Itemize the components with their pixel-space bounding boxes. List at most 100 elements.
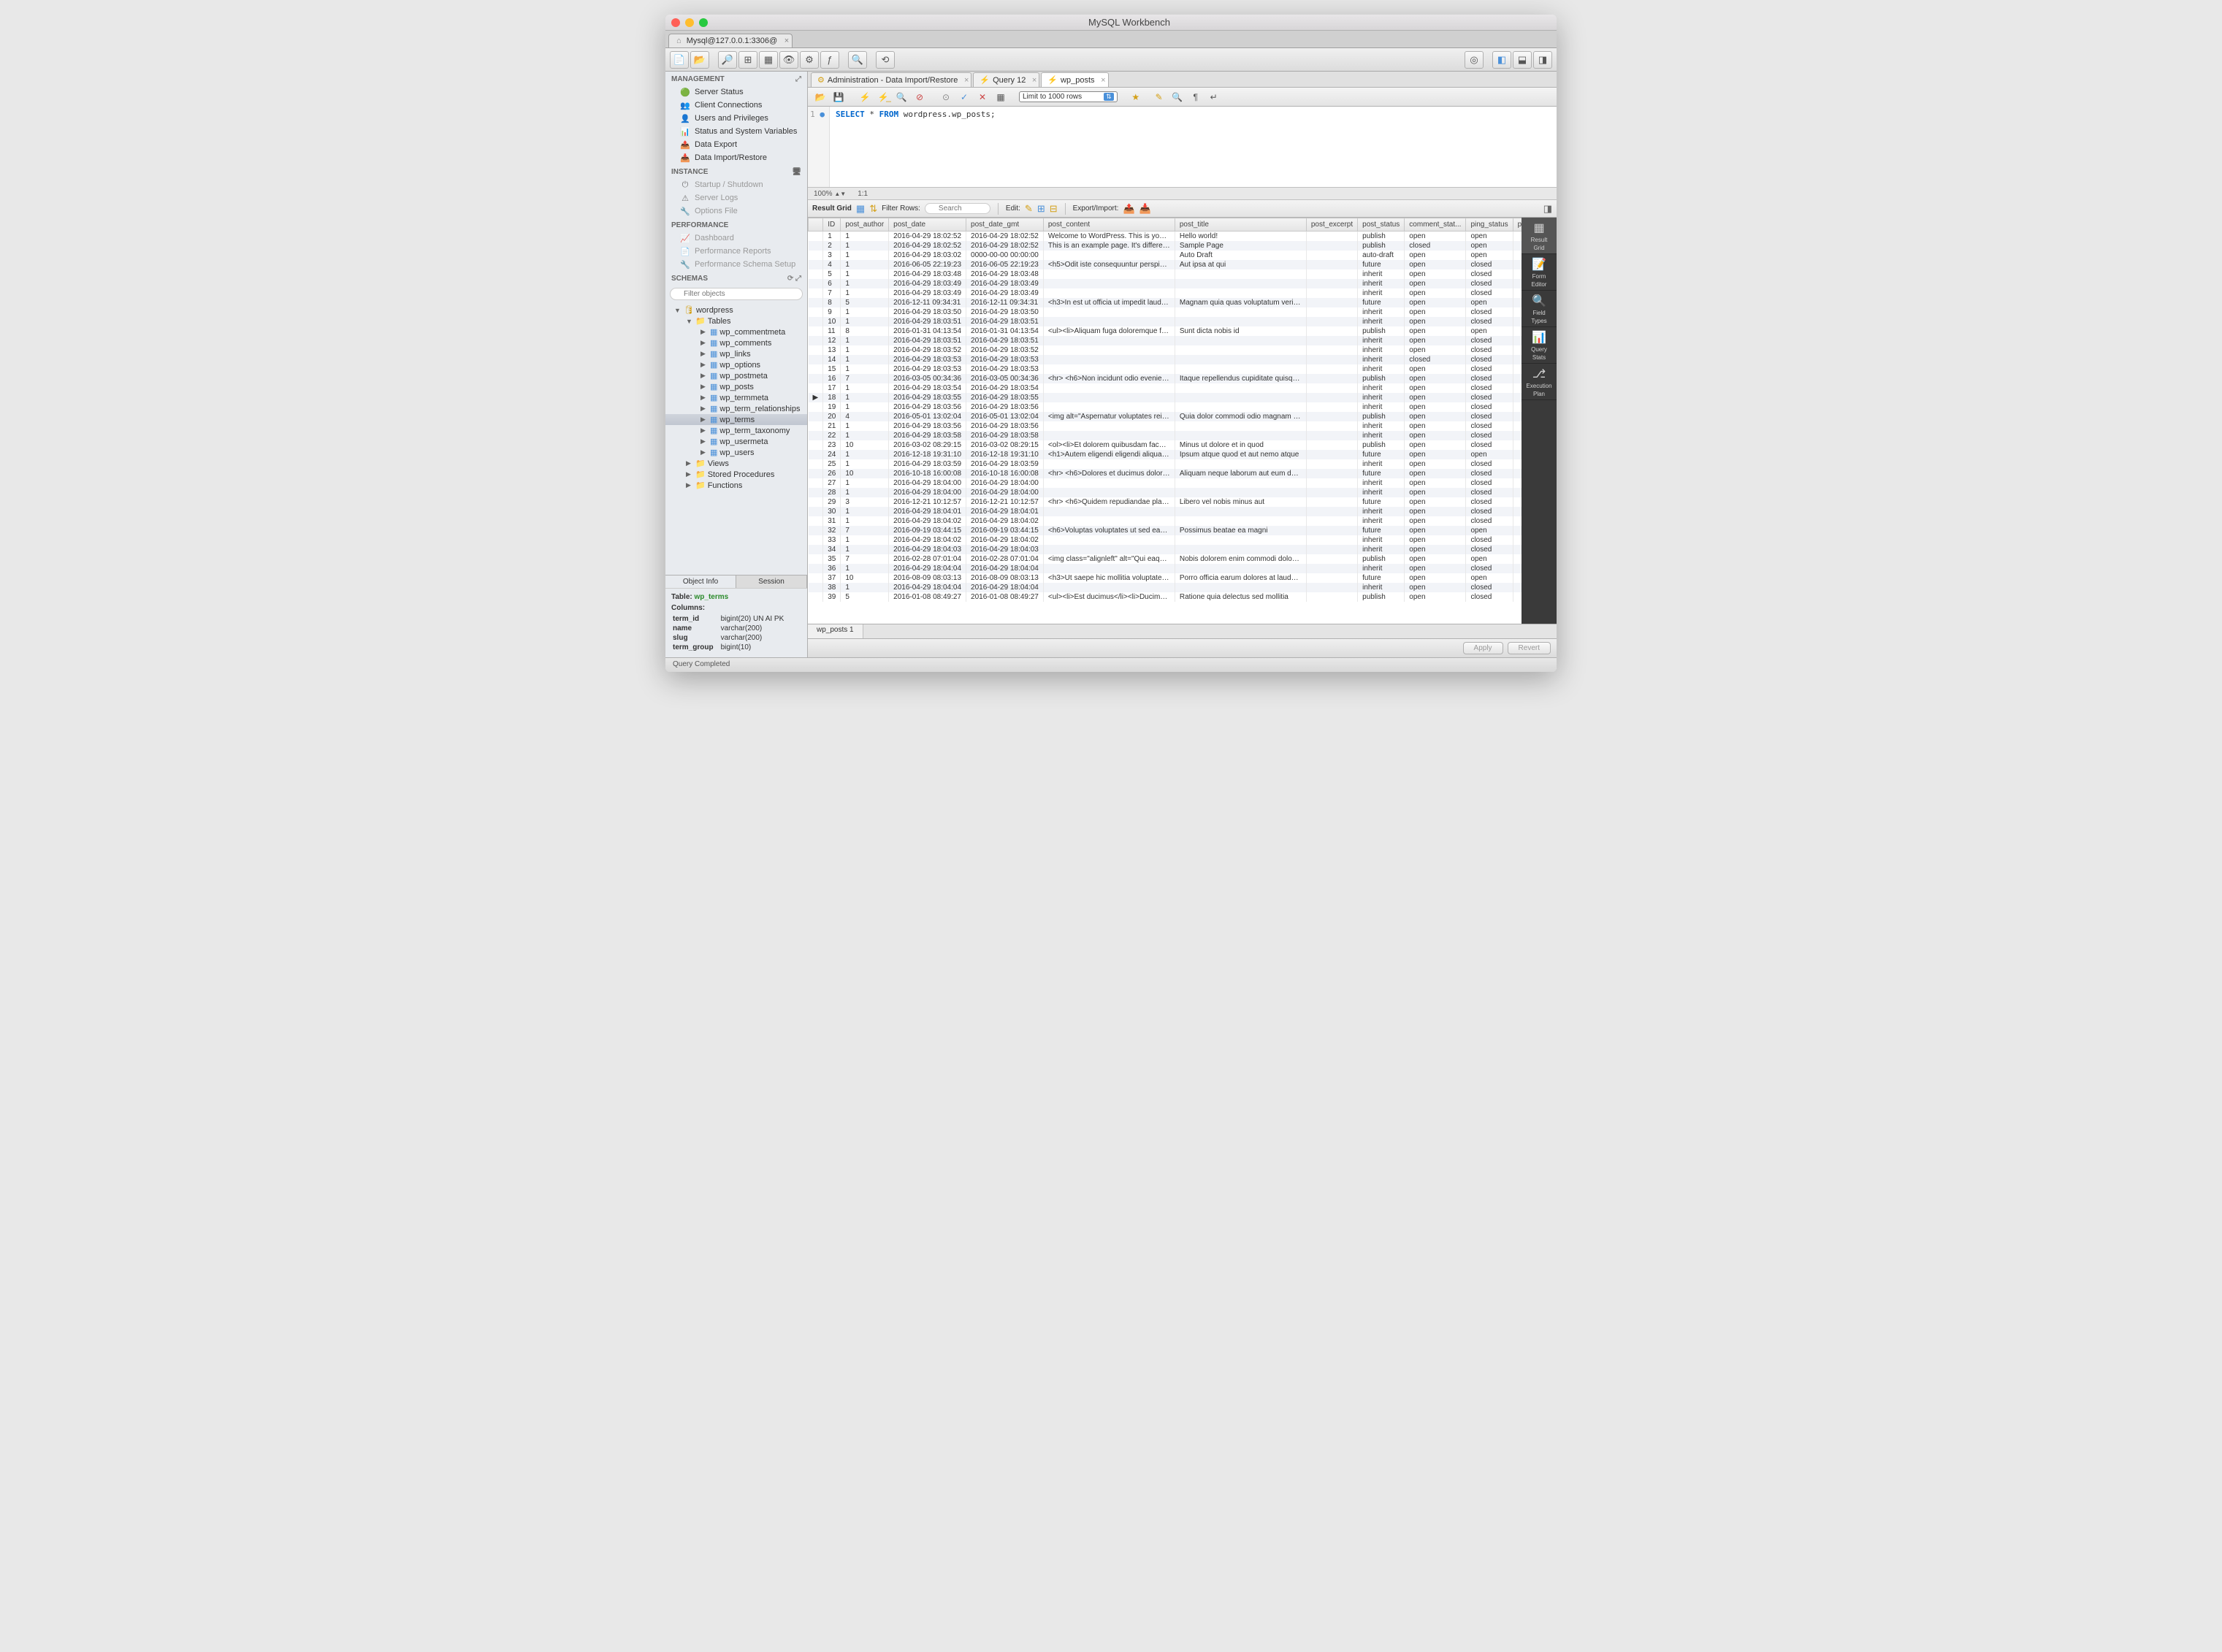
column-header[interactable]: ping_status — [1466, 218, 1513, 232]
open-file-button[interactable]: 📂 — [812, 90, 828, 104]
commit-button[interactable]: ⊙ — [938, 90, 954, 104]
delete-row-button[interactable]: ⊟ — [1050, 203, 1058, 215]
beautify-button[interactable]: ✎ — [1151, 90, 1167, 104]
result-tab-1[interactable]: wp_posts 1 — [808, 624, 863, 638]
table-row[interactable]: 612016-04-29 18:03:492016-04-29 18:03:49… — [809, 279, 1522, 288]
new-table-button[interactable]: ▦ — [759, 51, 778, 69]
table-node[interactable]: ▶▦wp_postmeta — [665, 370, 807, 381]
table-row[interactable]: 3112016-04-29 18:04:022016-04-29 18:04:0… — [809, 516, 1522, 526]
sidebar-item[interactable]: 🔧Performance Schema Setup — [665, 258, 807, 271]
new-schema-button[interactable]: ⊞ — [738, 51, 757, 69]
table-row[interactable]: 3312016-04-29 18:04:022016-04-29 18:04:0… — [809, 535, 1522, 545]
column-header[interactable]: post_... — [1513, 218, 1522, 232]
explain-button[interactable]: 🔍 — [893, 90, 909, 104]
sql-tab[interactable]: ⚡Query 12× — [973, 72, 1039, 87]
table-node[interactable]: ▶▦wp_comments — [665, 337, 807, 348]
table-row[interactable]: 3272016-09-19 03:44:152016-09-19 03:44:1… — [809, 526, 1522, 535]
table-row[interactable]: 3612016-04-29 18:04:042016-04-29 18:04:0… — [809, 564, 1522, 573]
table-row[interactable]: 1672016-03-05 00:34:362016-03-05 00:34:3… — [809, 374, 1522, 383]
table-row[interactable]: 912016-04-29 18:03:502016-04-29 18:03:50… — [809, 307, 1522, 317]
table-row[interactable]: 2112016-04-29 18:03:562016-04-29 18:03:5… — [809, 421, 1522, 431]
row-limit-select[interactable]: Limit to 1000 rows⇅ — [1019, 91, 1118, 102]
import-button[interactable]: 📥 — [1139, 203, 1151, 215]
sidebar-item[interactable]: 👥Client Connections — [665, 99, 807, 112]
column-header[interactable]: ID — [823, 218, 841, 232]
functions-folder[interactable]: ▶📁Functions — [665, 480, 807, 491]
sidebar-item[interactable]: 🔧Options File — [665, 204, 807, 218]
table-node[interactable]: ▶▦wp_termmeta — [665, 392, 807, 403]
sidebar-item[interactable]: 🟢Server Status — [665, 85, 807, 99]
find-button[interactable]: 🔍 — [1169, 90, 1186, 104]
table-row[interactable]: 26102016-10-18 16:00:082016-10-18 16:00:… — [809, 469, 1522, 478]
table-node[interactable]: ▶▦wp_commentmeta — [665, 326, 807, 337]
table-row[interactable]: 412016-06-05 22:19:232016-06-05 22:19:23… — [809, 260, 1522, 269]
close-button[interactable] — [671, 18, 680, 27]
table-row[interactable]: 2812016-04-29 18:04:002016-04-29 18:04:0… — [809, 488, 1522, 497]
column-header[interactable]: post_status — [1358, 218, 1405, 232]
side-panel-tab[interactable]: 📝FormEditor — [1522, 254, 1557, 291]
column-header[interactable]: post_author — [841, 218, 889, 232]
table-row[interactable]: 3812016-04-29 18:04:042016-04-29 18:04:0… — [809, 583, 1522, 592]
views-folder[interactable]: ▶📁Views — [665, 458, 807, 469]
column-header[interactable]: post_date_gmt — [966, 218, 1044, 232]
close-tab-icon[interactable]: × — [784, 37, 789, 45]
reconnect-button[interactable]: ⟲ — [876, 51, 895, 69]
close-icon[interactable]: × — [1032, 76, 1036, 85]
wrap-cells-button[interactable]: ◨ — [1543, 203, 1552, 215]
close-icon[interactable]: × — [1101, 76, 1105, 85]
table-row[interactable]: 2512016-04-29 18:03:592016-04-29 18:03:5… — [809, 459, 1522, 469]
table-row[interactable]: 2212016-04-29 18:03:582016-04-29 18:03:5… — [809, 431, 1522, 440]
table-row[interactable]: 1412016-04-29 18:03:532016-04-29 18:03:5… — [809, 355, 1522, 364]
db-node[interactable]: ▼🛢wordpress — [665, 305, 807, 316]
sidebar-item[interactable]: 📄Performance Reports — [665, 245, 807, 258]
column-header[interactable]: post_title — [1175, 218, 1306, 232]
table-row[interactable]: 1712016-04-29 18:03:542016-04-29 18:03:5… — [809, 383, 1522, 393]
tables-folder[interactable]: ▼📁Tables — [665, 316, 807, 326]
table-row[interactable]: 112016-04-29 18:02:522016-04-29 18:02:52… — [809, 232, 1522, 242]
search-button[interactable]: 🔍 — [848, 51, 867, 69]
table-row[interactable]: 852016-12-11 09:34:312016-12-11 09:34:31… — [809, 298, 1522, 307]
invisible-chars-button[interactable]: ¶ — [1188, 90, 1204, 104]
side-panel-tab[interactable]: 🔍FieldTypes — [1522, 291, 1557, 327]
filter-toggle-icon[interactable]: ⇅ — [869, 203, 877, 215]
sidebar-item[interactable]: 📤Data Export — [665, 138, 807, 151]
filter-rows-input[interactable] — [925, 203, 990, 214]
panel-bottom-button[interactable]: ⬓ — [1513, 51, 1532, 69]
sidebar-item[interactable]: ⏻Startup / Shutdown — [665, 178, 807, 191]
add-row-button[interactable]: ⊞ — [1037, 203, 1045, 215]
table-node[interactable]: ▶▦wp_posts — [665, 381, 807, 392]
table-row[interactable]: 1012016-04-29 18:03:512016-04-29 18:03:5… — [809, 317, 1522, 326]
tab-session[interactable]: Session — [736, 575, 807, 588]
sql-tab[interactable]: ⚙Administration - Data Import/Restore× — [811, 72, 971, 87]
table-row[interactable]: 3412016-04-29 18:04:032016-04-29 18:04:0… — [809, 545, 1522, 554]
table-row[interactable]: 2412016-12-18 19:31:102016-12-18 19:31:1… — [809, 450, 1522, 459]
stop-button[interactable]: ⊘ — [912, 90, 928, 104]
connection-tab[interactable]: ⌂ Mysql@127.0.0.1:3306@ × — [668, 34, 793, 47]
expand-icon[interactable]: ⤢ — [795, 75, 801, 83]
new-view-button[interactable]: 👁 — [779, 51, 798, 69]
table-row[interactable]: 1212016-04-29 18:03:512016-04-29 18:03:5… — [809, 336, 1522, 345]
table-row[interactable]: 23102016-03-02 08:29:152016-03-02 08:29:… — [809, 440, 1522, 450]
tab-object-info[interactable]: Object Info — [665, 575, 736, 588]
sidebar-item[interactable]: ⚠Server Logs — [665, 191, 807, 204]
maximize-button[interactable] — [699, 18, 708, 27]
table-row[interactable]: 3952016-01-08 08:49:272016-01-08 08:49:2… — [809, 592, 1522, 602]
side-panel-tab[interactable]: 📊QueryStats — [1522, 327, 1557, 364]
table-row[interactable]: 3012016-04-29 18:04:012016-04-29 18:04:0… — [809, 507, 1522, 516]
new-function-button[interactable]: ƒ — [820, 51, 839, 69]
table-row[interactable]: 212016-04-29 18:02:522016-04-29 18:02:52… — [809, 241, 1522, 251]
column-header[interactable]: post_excerpt — [1306, 218, 1357, 232]
new-sql-tab-button[interactable]: 📄 — [670, 51, 689, 69]
panel-left-button[interactable]: ◧ — [1492, 51, 1511, 69]
open-sql-button[interactable]: 📂 — [690, 51, 709, 69]
table-node[interactable]: ▶▦wp_term_taxonomy — [665, 425, 807, 436]
result-grid[interactable]: IDpost_authorpost_datepost_date_gmtpost_… — [808, 218, 1522, 624]
sidebar-item[interactable]: 👤Users and Privileges — [665, 112, 807, 125]
table-node[interactable]: ▶▦wp_term_relationships — [665, 403, 807, 414]
filter-objects-input[interactable] — [670, 288, 803, 300]
export-button[interactable]: 📤 — [1123, 203, 1134, 215]
sprocs-folder[interactable]: ▶📁Stored Procedures — [665, 469, 807, 480]
table-row[interactable]: 2042016-05-01 13:02:042016-05-01 13:02:0… — [809, 412, 1522, 421]
table-node[interactable]: ▶▦wp_options — [665, 359, 807, 370]
table-row[interactable]: 712016-04-29 18:03:492016-04-29 18:03:49… — [809, 288, 1522, 298]
